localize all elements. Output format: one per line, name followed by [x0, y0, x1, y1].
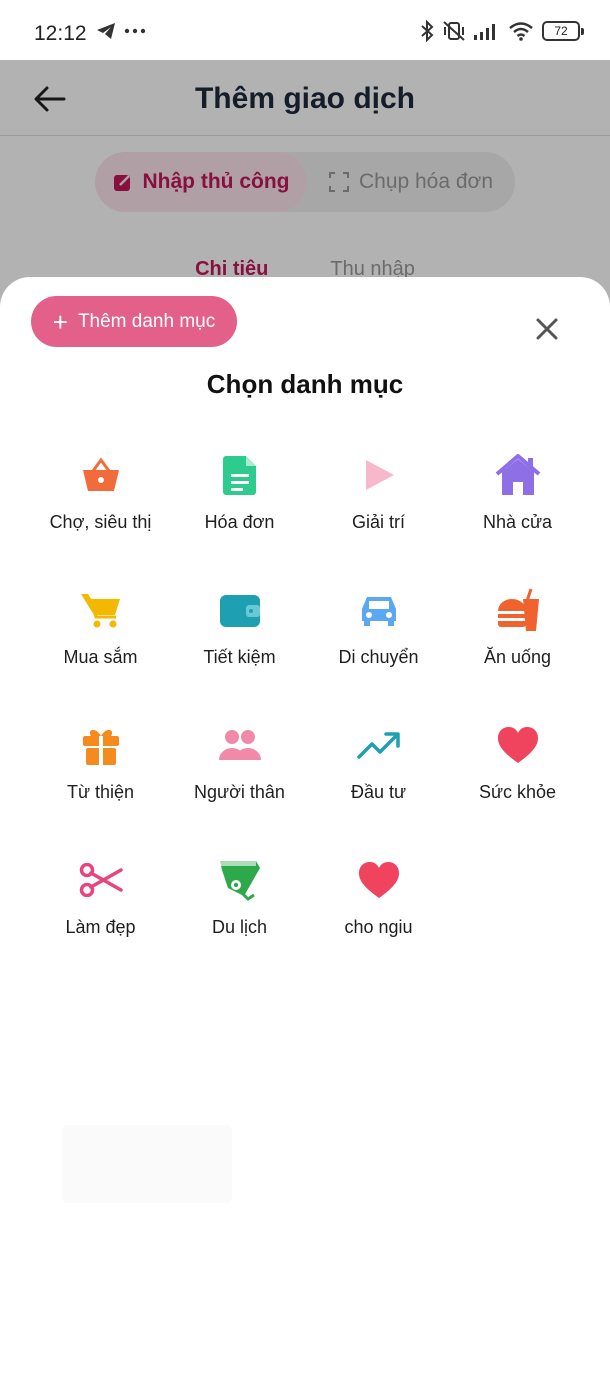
- trend-up-icon: [356, 722, 402, 768]
- category-item-giai-tri[interactable]: Giải trí: [309, 452, 448, 587]
- gift-icon: [78, 722, 124, 768]
- category-label: Hóa đơn: [204, 512, 275, 532]
- category-picker-sheet: + Thêm danh mục Chọn danh mục Chợ, siêu …: [0, 277, 610, 1386]
- basket-icon: [78, 452, 124, 498]
- add-category-button[interactable]: + Thêm danh mục: [31, 296, 237, 347]
- add-category-label: Thêm danh mục: [77, 310, 216, 332]
- wallet-icon: [217, 587, 263, 633]
- category-item-mua-sam[interactable]: Mua sắm: [31, 587, 170, 722]
- heart-icon: [495, 722, 541, 768]
- category-label: Du lịch: [211, 917, 268, 937]
- category-label: Làm đẹp: [65, 917, 136, 937]
- car-icon: [356, 587, 402, 633]
- category-item-di-chuyen[interactable]: Di chuyển: [309, 587, 448, 722]
- people-icon: [217, 722, 263, 768]
- category-item-an-uong[interactable]: Ăn uống: [448, 587, 587, 722]
- category-label: Sức khỏe: [478, 782, 557, 802]
- category-label: Tiết kiệm: [203, 647, 276, 667]
- category-label: Mua sắm: [63, 647, 138, 667]
- category-label: Người thân: [194, 782, 285, 802]
- close-icon[interactable]: [532, 314, 562, 344]
- category-label: cho ngiu: [344, 917, 413, 937]
- burger-icon: [495, 587, 541, 633]
- category-item-tiet-kiem[interactable]: Tiết kiệm: [170, 587, 309, 722]
- vibrate-off-icon: [443, 21, 465, 41]
- category-item-cho-sieu-thi[interactable]: Chợ, siêu thị: [31, 452, 170, 587]
- cart-icon: [78, 587, 124, 633]
- status-left-icons: [96, 22, 146, 40]
- wifi-icon: [509, 22, 533, 41]
- heart-icon: [356, 857, 402, 903]
- sheet-title: Chọn danh mục: [206, 369, 404, 399]
- category-label: Từ thiện: [66, 782, 135, 802]
- battery-level: 72: [554, 24, 568, 38]
- category-item-suc-khoe[interactable]: Sức khỏe: [448, 722, 587, 857]
- category-label: Đầu tư: [350, 782, 407, 802]
- category-item-nguoi-than[interactable]: Người thân: [170, 722, 309, 857]
- category-label: Di chuyển: [338, 647, 419, 667]
- category-item-dau-tu[interactable]: Đầu tư: [309, 722, 448, 857]
- signal-icon: [474, 24, 495, 40]
- status-time: 12:12: [34, 22, 87, 45]
- category-item-nha-cua[interactable]: Nhà cửa: [448, 452, 587, 587]
- blank-area: [62, 1125, 232, 1203]
- category-label: Nhà cửa: [482, 512, 553, 532]
- more-dots-icon: [124, 28, 146, 34]
- category-item-cho-ngiu[interactable]: cho ngiu: [309, 857, 448, 992]
- category-item-lam-dep[interactable]: Làm đẹp: [31, 857, 170, 992]
- plus-icon: +: [52, 306, 68, 337]
- category-label: Chợ, siêu thị: [49, 512, 152, 532]
- category-label: Ăn uống: [483, 647, 552, 667]
- battery-icon: 72: [542, 21, 584, 41]
- play-icon: [356, 452, 402, 498]
- house-icon: [495, 452, 541, 498]
- category-item-tu-thien[interactable]: Từ thiện: [31, 722, 170, 857]
- category-grid: Chợ, siêu thị Hóa đơn Giải trí Nhà cửa M…: [31, 452, 587, 992]
- category-label: Giải trí: [351, 512, 405, 532]
- status-right-icons: 72: [420, 20, 584, 42]
- bluetooth-icon: [421, 20, 434, 42]
- document-icon: [217, 452, 263, 498]
- scissors-icon: [78, 857, 124, 903]
- category-item-hoa-don[interactable]: Hóa đơn: [170, 452, 309, 587]
- telegram-icon: [97, 23, 115, 39]
- category-item-du-lich[interactable]: Du lịch: [170, 857, 309, 992]
- luggage-icon: [217, 857, 263, 903]
- status-bar: 12:12 72: [0, 0, 610, 60]
